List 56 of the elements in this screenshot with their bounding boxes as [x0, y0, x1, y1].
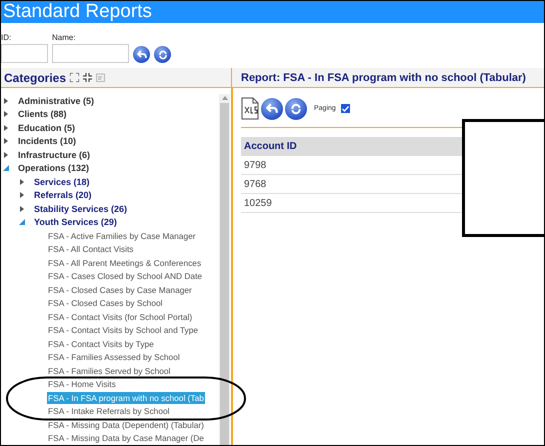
- tree-item[interactable]: Administrative (5): [17, 94, 96, 107]
- tree-item[interactable]: FSA - Home Visits: [47, 378, 117, 390]
- tree-item[interactable]: FSA - Closed Cases by School: [47, 297, 164, 310]
- refresh-icon: [158, 50, 168, 60]
- checkmark-icon: [342, 106, 349, 112]
- expand-all-icon[interactable]: [70, 73, 80, 82]
- tree-item[interactable]: Education (5): [17, 122, 76, 134]
- expanded-triangle-icon[interactable]: [19, 219, 25, 226]
- back-button[interactable]: [261, 98, 283, 120]
- field-label: ID:: [1, 33, 12, 42]
- collapsed-triangle-icon[interactable]: [3, 124, 9, 131]
- tree-item[interactable]: FSA - Families Assessed by School: [47, 351, 181, 364]
- paging-checkbox[interactable]: [340, 104, 350, 113]
- tree-item[interactable]: Youth Services (29): [33, 216, 118, 228]
- expanded-triangle-icon[interactable]: [3, 165, 9, 172]
- back-button[interactable]: [133, 46, 150, 63]
- collapsed-triangle-icon[interactable]: [3, 98, 9, 104]
- back-arrow-icon: [136, 50, 146, 59]
- collapsed-triangle-icon[interactable]: [19, 192, 25, 198]
- tree-item[interactable]: Operations (132): [17, 162, 90, 174]
- tree-item[interactable]: FSA - Families Served by School: [47, 364, 172, 377]
- collapsed-triangle-icon[interactable]: [3, 111, 9, 118]
- tree-item[interactable]: Stability Services (26): [33, 202, 128, 215]
- refresh-icon: [290, 102, 302, 114]
- input-field[interactable]: [52, 44, 129, 63]
- refresh-button[interactable]: [285, 98, 307, 120]
- collapsed-triangle-icon[interactable]: [19, 178, 25, 185]
- collapsed-triangle-icon[interactable]: [3, 152, 9, 158]
- scrollbar-thumb[interactable]: [220, 103, 229, 445]
- tree-item[interactable]: FSA - Contact Visits by Type: [47, 338, 155, 350]
- tree-item[interactable]: FSA - All Parent Meetings & Conferences: [47, 256, 202, 269]
- window-title: Standard Reports: [1, 1, 544, 23]
- tree-item[interactable]: Services (18): [33, 176, 91, 188]
- tree-item[interactable]: FSA - All Contact Visits: [47, 243, 134, 256]
- tree-item[interactable]: Infrastructure (6): [17, 148, 92, 161]
- input-field[interactable]: [1, 44, 48, 63]
- report-title: Report: FSA - In FSA program with no school (Tabular): [241, 72, 526, 84]
- tree-item[interactable]: FSA - Missing Data by Case Manager (De: [47, 432, 205, 444]
- collapsed-triangle-icon[interactable]: [19, 206, 25, 212]
- tree-item[interactable]: FSA - Closed Cases by Case Manager: [47, 284, 193, 296]
- tree-item[interactable]: FSA - Intake Referrals by School: [47, 405, 170, 418]
- field-label: Name:: [52, 33, 77, 42]
- tree-item[interactable]: FSA - Contact Visits (for School Portal): [47, 310, 194, 323]
- tree-item[interactable]: FSA - Active Families by Case Manager: [47, 230, 197, 242]
- tree-item[interactable]: FSA - Missing Data (Dependent) (Tabular): [47, 418, 205, 431]
- collapse-all-icon[interactable]: [83, 73, 92, 82]
- tree-item[interactable]: FSA - Cases Closed by School AND Date: [47, 270, 204, 282]
- refresh-button[interactable]: [154, 46, 171, 63]
- tree-item[interactable]: FSA - Contact Visits by School and Type: [47, 324, 200, 336]
- tree-item[interactable]: Incidents (10): [17, 135, 78, 148]
- collapsed-triangle-icon[interactable]: [3, 138, 9, 144]
- tree-item[interactable]: Clients (88): [17, 108, 68, 120]
- back-arrow-icon: [266, 103, 278, 114]
- xls-file-icon[interactable]: [241, 97, 259, 120]
- panel-title: Categories: [4, 70, 66, 84]
- tree-item[interactable]: Referrals (20): [33, 189, 93, 202]
